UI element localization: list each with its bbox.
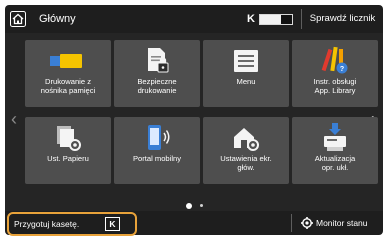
status-message: Przygotuj kasetę. bbox=[14, 219, 80, 229]
tile-label: Portal mobilny bbox=[132, 154, 182, 163]
tile-firmware-update[interactable]: Aktualizacja opr. ukł. bbox=[292, 117, 378, 184]
tile-mobile-portal[interactable]: Portal mobilny bbox=[114, 117, 200, 184]
page-dot-inactive bbox=[199, 204, 203, 208]
status-monitor-button[interactable]: Monitor stanu bbox=[296, 211, 383, 235]
tile-paper-settings[interactable]: Ust. Papieru bbox=[25, 117, 111, 184]
tile-label: Aktualizacja opr. ukł. bbox=[314, 154, 356, 172]
home-button[interactable] bbox=[10, 11, 26, 27]
status-bar: Przygotuj kasetę. K Monitor stanu bbox=[5, 211, 383, 236]
tile-home-screen-settings[interactable]: Ustawienia ekr. głów. bbox=[203, 117, 289, 184]
usb-memory-icon bbox=[50, 54, 82, 68]
toner-cartridge-letter: K bbox=[105, 217, 120, 231]
app-library-icon: ? bbox=[321, 46, 348, 74]
status-monitor-label: Monitor stanu bbox=[316, 218, 368, 228]
home-icon bbox=[10, 11, 26, 27]
header-bar: Główny K Sprawdź licznik bbox=[5, 5, 383, 33]
svg-text:?: ? bbox=[340, 66, 344, 73]
tile-print-from-memory[interactable]: Drukowanie z nośnika pamięci bbox=[25, 40, 111, 107]
tile-label: Menu bbox=[236, 77, 256, 86]
home-screen-settings-icon bbox=[234, 128, 259, 151]
page-title: Główny bbox=[39, 13, 76, 25]
toner-color-letter: K bbox=[247, 13, 255, 25]
toner-level-bar bbox=[259, 14, 293, 25]
tile-label: Ust. Papieru bbox=[47, 154, 89, 163]
status-divider bbox=[291, 214, 292, 232]
secure-print-icon bbox=[148, 48, 169, 73]
check-counter-button[interactable]: Sprawdź licznik bbox=[302, 5, 383, 33]
mobile-portal-icon bbox=[148, 125, 170, 150]
page-indicator bbox=[5, 197, 383, 209]
tile-secure-print[interactable]: Bezpieczne drukowanie bbox=[114, 40, 200, 107]
main-menu-area: ‹ › Drukowanie z nośnika pamięci bbox=[5, 33, 383, 211]
previous-page-arrow-icon[interactable]: ‹ bbox=[7, 109, 21, 129]
tile-label: Ustawienia ekr. głów. bbox=[220, 154, 272, 172]
toner-level-fill bbox=[260, 15, 281, 24]
menu-icon bbox=[234, 50, 258, 72]
status-message-box[interactable]: Przygotuj kasetę. K bbox=[7, 212, 137, 236]
page-dot-active bbox=[185, 202, 192, 209]
paper-settings-icon bbox=[57, 126, 81, 151]
status-monitor-icon bbox=[301, 217, 313, 229]
tile-app-library-manual[interactable]: ? Instr. obsługi App. Library bbox=[292, 40, 378, 107]
tile-menu[interactable]: Menu bbox=[203, 40, 289, 107]
tile-label: Bezpieczne drukowanie bbox=[137, 77, 177, 95]
printer-control-panel: Główny K Sprawdź licznik ‹ › Drukowanie … bbox=[0, 0, 388, 240]
tile-label: Instr. obsługi App. Library bbox=[313, 77, 357, 95]
tile-label: Drukowanie z nośnika pamięci bbox=[40, 77, 96, 95]
firmware-update-icon bbox=[324, 123, 346, 151]
